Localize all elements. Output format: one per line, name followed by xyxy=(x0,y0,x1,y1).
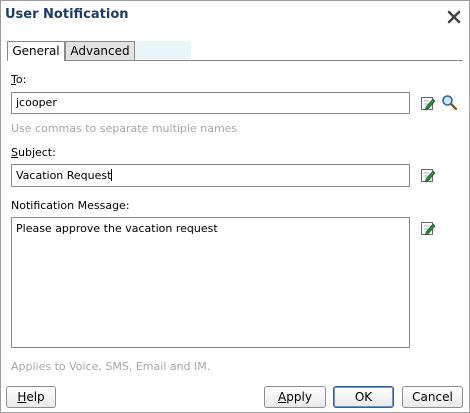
tab-strip-filler xyxy=(135,41,191,59)
subject-label: Subject: xyxy=(11,146,56,159)
user-notification-dialog: User Notification General Advanced To: j… xyxy=(0,0,470,413)
subject-field[interactable]: Vacation Request xyxy=(11,164,410,187)
message-label: Notification Message: xyxy=(11,199,130,212)
to-label: To: xyxy=(11,73,27,86)
cancel-button[interactable]: Cancel xyxy=(402,386,463,408)
tab-advanced[interactable]: Advanced xyxy=(65,41,135,60)
search-icon[interactable] xyxy=(441,94,457,110)
edit-icon[interactable] xyxy=(420,220,436,236)
subject-value: Vacation Request xyxy=(16,169,112,182)
ok-button[interactable]: OK xyxy=(333,386,394,408)
close-icon[interactable] xyxy=(447,10,461,24)
apply-button[interactable]: Apply xyxy=(264,386,326,408)
edit-icon[interactable] xyxy=(420,95,436,111)
tab-general[interactable]: General xyxy=(7,41,65,61)
help-button[interactable]: Help xyxy=(6,386,56,408)
to-hint: Use commas to separate multiple names xyxy=(11,122,238,135)
to-field[interactable]: jcooper xyxy=(11,92,410,114)
edit-icon[interactable] xyxy=(420,167,436,183)
message-field[interactable]: Please approve the vacation request xyxy=(11,217,410,348)
text-caret xyxy=(111,169,113,181)
message-hint: Applies to Voice, SMS, Email and IM. xyxy=(11,360,211,373)
dialog-title: User Notification xyxy=(5,7,129,22)
